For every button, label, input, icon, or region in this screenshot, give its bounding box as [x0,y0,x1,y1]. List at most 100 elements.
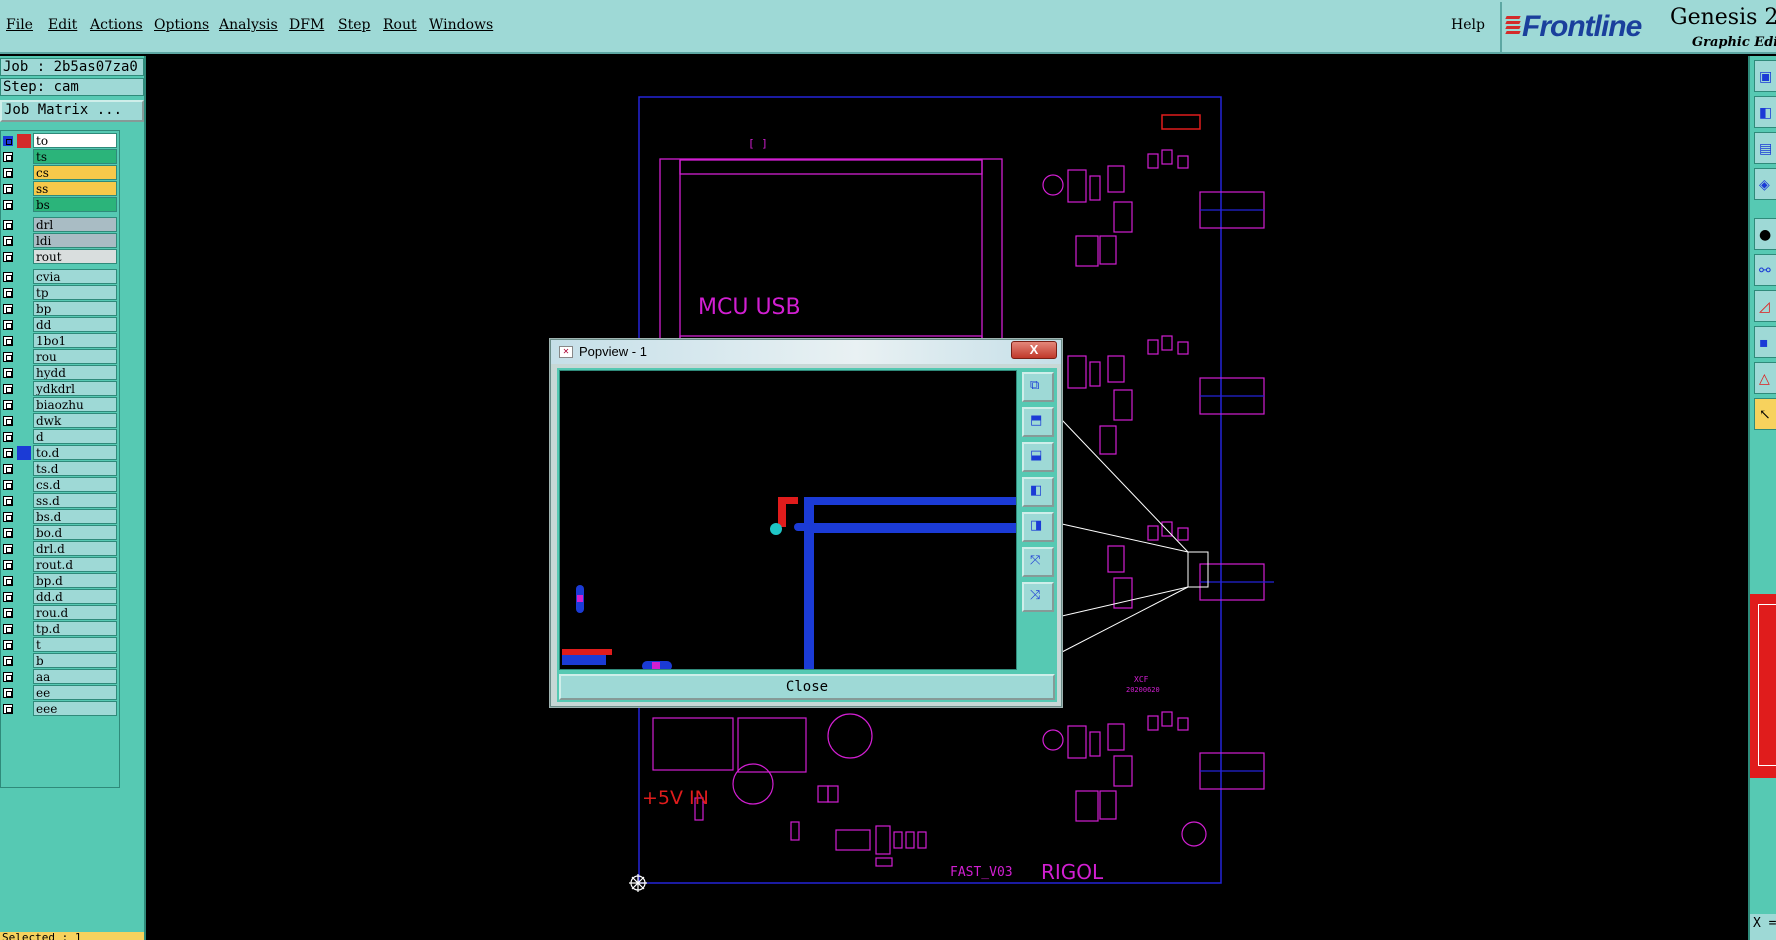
layer-row-cs[interactable]: cs [1,165,119,180]
layer-checkbox[interactable] [3,384,13,394]
pv-pan-down-icon[interactable]: ⬓ [1022,442,1054,472]
layer-checkbox[interactable] [3,368,13,378]
tool-pad-icon[interactable]: ● [1754,218,1776,250]
layer-checkbox[interactable] [3,672,13,682]
layer-row-rou[interactable]: rou [1,349,119,364]
pv-zoom-in-icon[interactable]: ⤧ [1022,547,1054,577]
pv-pan-left-icon[interactable]: ◧ [1022,477,1054,507]
layer-row-tp-d[interactable]: tp.d [1,621,119,636]
layer-checkbox[interactable] [3,236,13,246]
layer-checkbox[interactable] [3,544,13,554]
tool-triangle-icon[interactable]: △ [1754,362,1776,394]
pv-pan-up-icon[interactable]: ⬒ [1022,407,1054,437]
layer-checkbox[interactable] [3,220,13,230]
tool-move-icon[interactable]: ◧ [1754,96,1776,128]
layer-checkbox[interactable] [3,352,13,362]
tool-measure-icon[interactable]: ◿ [1754,290,1776,322]
layer-row-cvia[interactable]: cvia [1,269,119,284]
layer-row-to-d[interactable]: to.d [1,445,119,460]
layer-row-t[interactable]: t [1,637,119,652]
layer-row-bs-d[interactable]: bs.d [1,509,119,524]
layer-row-bo-d[interactable]: bo.d [1,525,119,540]
layer-row-bs[interactable]: bs [1,197,119,212]
tool-snap-icon[interactable]: ▪ [1754,326,1776,358]
layer-checkbox[interactable] [3,304,13,314]
layer-checkbox[interactable] [3,272,13,282]
layer-row-ss[interactable]: ss [1,181,119,196]
layer-checkbox[interactable] [3,152,13,162]
layer-row-rout[interactable]: rout [1,249,119,264]
layer-checkbox[interactable] [3,464,13,474]
layer-checkbox[interactable] [3,560,13,570]
layer-checkbox[interactable] [3,528,13,538]
menu-actions[interactable]: Actions [90,17,143,37]
layer-checkbox[interactable] [3,592,13,602]
menu-help[interactable]: Help [1451,17,1485,37]
popview-close-button[interactable]: Close [559,674,1055,700]
layer-row-ss-d[interactable]: ss.d [1,493,119,508]
menu-edit[interactable]: Edit [48,17,77,37]
layer-row-ee[interactable]: ee [1,685,119,700]
layer-row-biaozhu[interactable]: biaozhu [1,397,119,412]
layer-checkbox[interactable] [3,656,13,666]
layer-checkbox[interactable] [3,252,13,262]
menu-analysis[interactable]: Analysis [219,17,278,37]
layer-checkbox[interactable] [3,432,13,442]
layer-row-1bo1[interactable]: 1bo1 [1,333,119,348]
layer-checkbox[interactable] [3,576,13,586]
layer-row-rout-d[interactable]: rout.d [1,557,119,572]
layer-row-hydd[interactable]: hydd [1,365,119,380]
menu-step[interactable]: Step [338,17,370,37]
layer-row-eee[interactable]: eee [1,701,119,716]
pv-pan-right-icon[interactable]: ◨ [1022,512,1054,542]
layer-checkbox[interactable] [3,512,13,522]
layer-row-ts-d[interactable]: ts.d [1,461,119,476]
layer-row-dd-d[interactable]: dd.d [1,589,119,604]
layer-row-drl-d[interactable]: drl.d [1,541,119,556]
layer-checkbox[interactable] [3,640,13,650]
layer-row-dwk[interactable]: dwk [1,413,119,428]
tool-window-icon[interactable]: ▤ [1754,132,1776,164]
pv-zoom-window-icon[interactable]: ⧉ [1022,372,1054,402]
layer-checkbox[interactable] [3,480,13,490]
layer-checkbox[interactable] [3,184,13,194]
tool-net-icon[interactable]: ⚯ [1754,254,1776,286]
menu-rout[interactable]: Rout [383,17,417,37]
layer-row-ydkdrl[interactable]: ydkdrl [1,381,119,396]
layer-row-d[interactable]: d [1,429,119,444]
popview-close-x-button[interactable]: X [1011,341,1057,359]
layer-checkbox[interactable] [3,168,13,178]
layer-checkbox[interactable] [3,416,13,426]
layer-checkbox[interactable] [3,608,13,618]
layer-checkbox[interactable] [3,624,13,634]
menu-file[interactable]: File [6,17,33,37]
layer-checkbox[interactable] [3,288,13,298]
pv-zoom-out-icon[interactable]: ⤨ [1022,582,1054,612]
popview-titlebar[interactable]: ✕ Popview - 1 X [551,340,1061,364]
layer-row-rou-d[interactable]: rou.d [1,605,119,620]
layer-row-ldi[interactable]: ldi [1,233,119,248]
layer-row-aa[interactable]: aa [1,669,119,684]
layer-checkbox[interactable] [3,320,13,330]
tool-layer-icon[interactable]: ▣ [1754,60,1776,92]
layer-row-b[interactable]: b [1,653,119,668]
layer-checkbox[interactable] [3,200,13,210]
layer-row-drl[interactable]: drl [1,217,119,232]
menu-dfm[interactable]: DFM [289,17,324,37]
layer-checkbox[interactable] [3,448,13,458]
layer-checkbox[interactable] [3,136,13,146]
layer-checkbox[interactable] [3,400,13,410]
popview-viewport[interactable] [559,370,1017,670]
tool-pointer-icon[interactable]: ↖ [1754,398,1776,430]
layer-row-cs-d[interactable]: cs.d [1,477,119,492]
layer-row-ts[interactable]: ts [1,149,119,164]
job-matrix-button[interactable]: Job Matrix ... [0,100,144,122]
layer-checkbox[interactable] [3,688,13,698]
layer-row-bp-d[interactable]: bp.d [1,573,119,588]
layer-checkbox[interactable] [3,496,13,506]
layer-row-tp[interactable]: tp [1,285,119,300]
tool-palette-icon[interactable]: ◈ [1754,168,1776,200]
layer-row-dd[interactable]: dd [1,317,119,332]
menu-windows[interactable]: Windows [429,17,493,37]
layer-checkbox[interactable] [3,336,13,346]
